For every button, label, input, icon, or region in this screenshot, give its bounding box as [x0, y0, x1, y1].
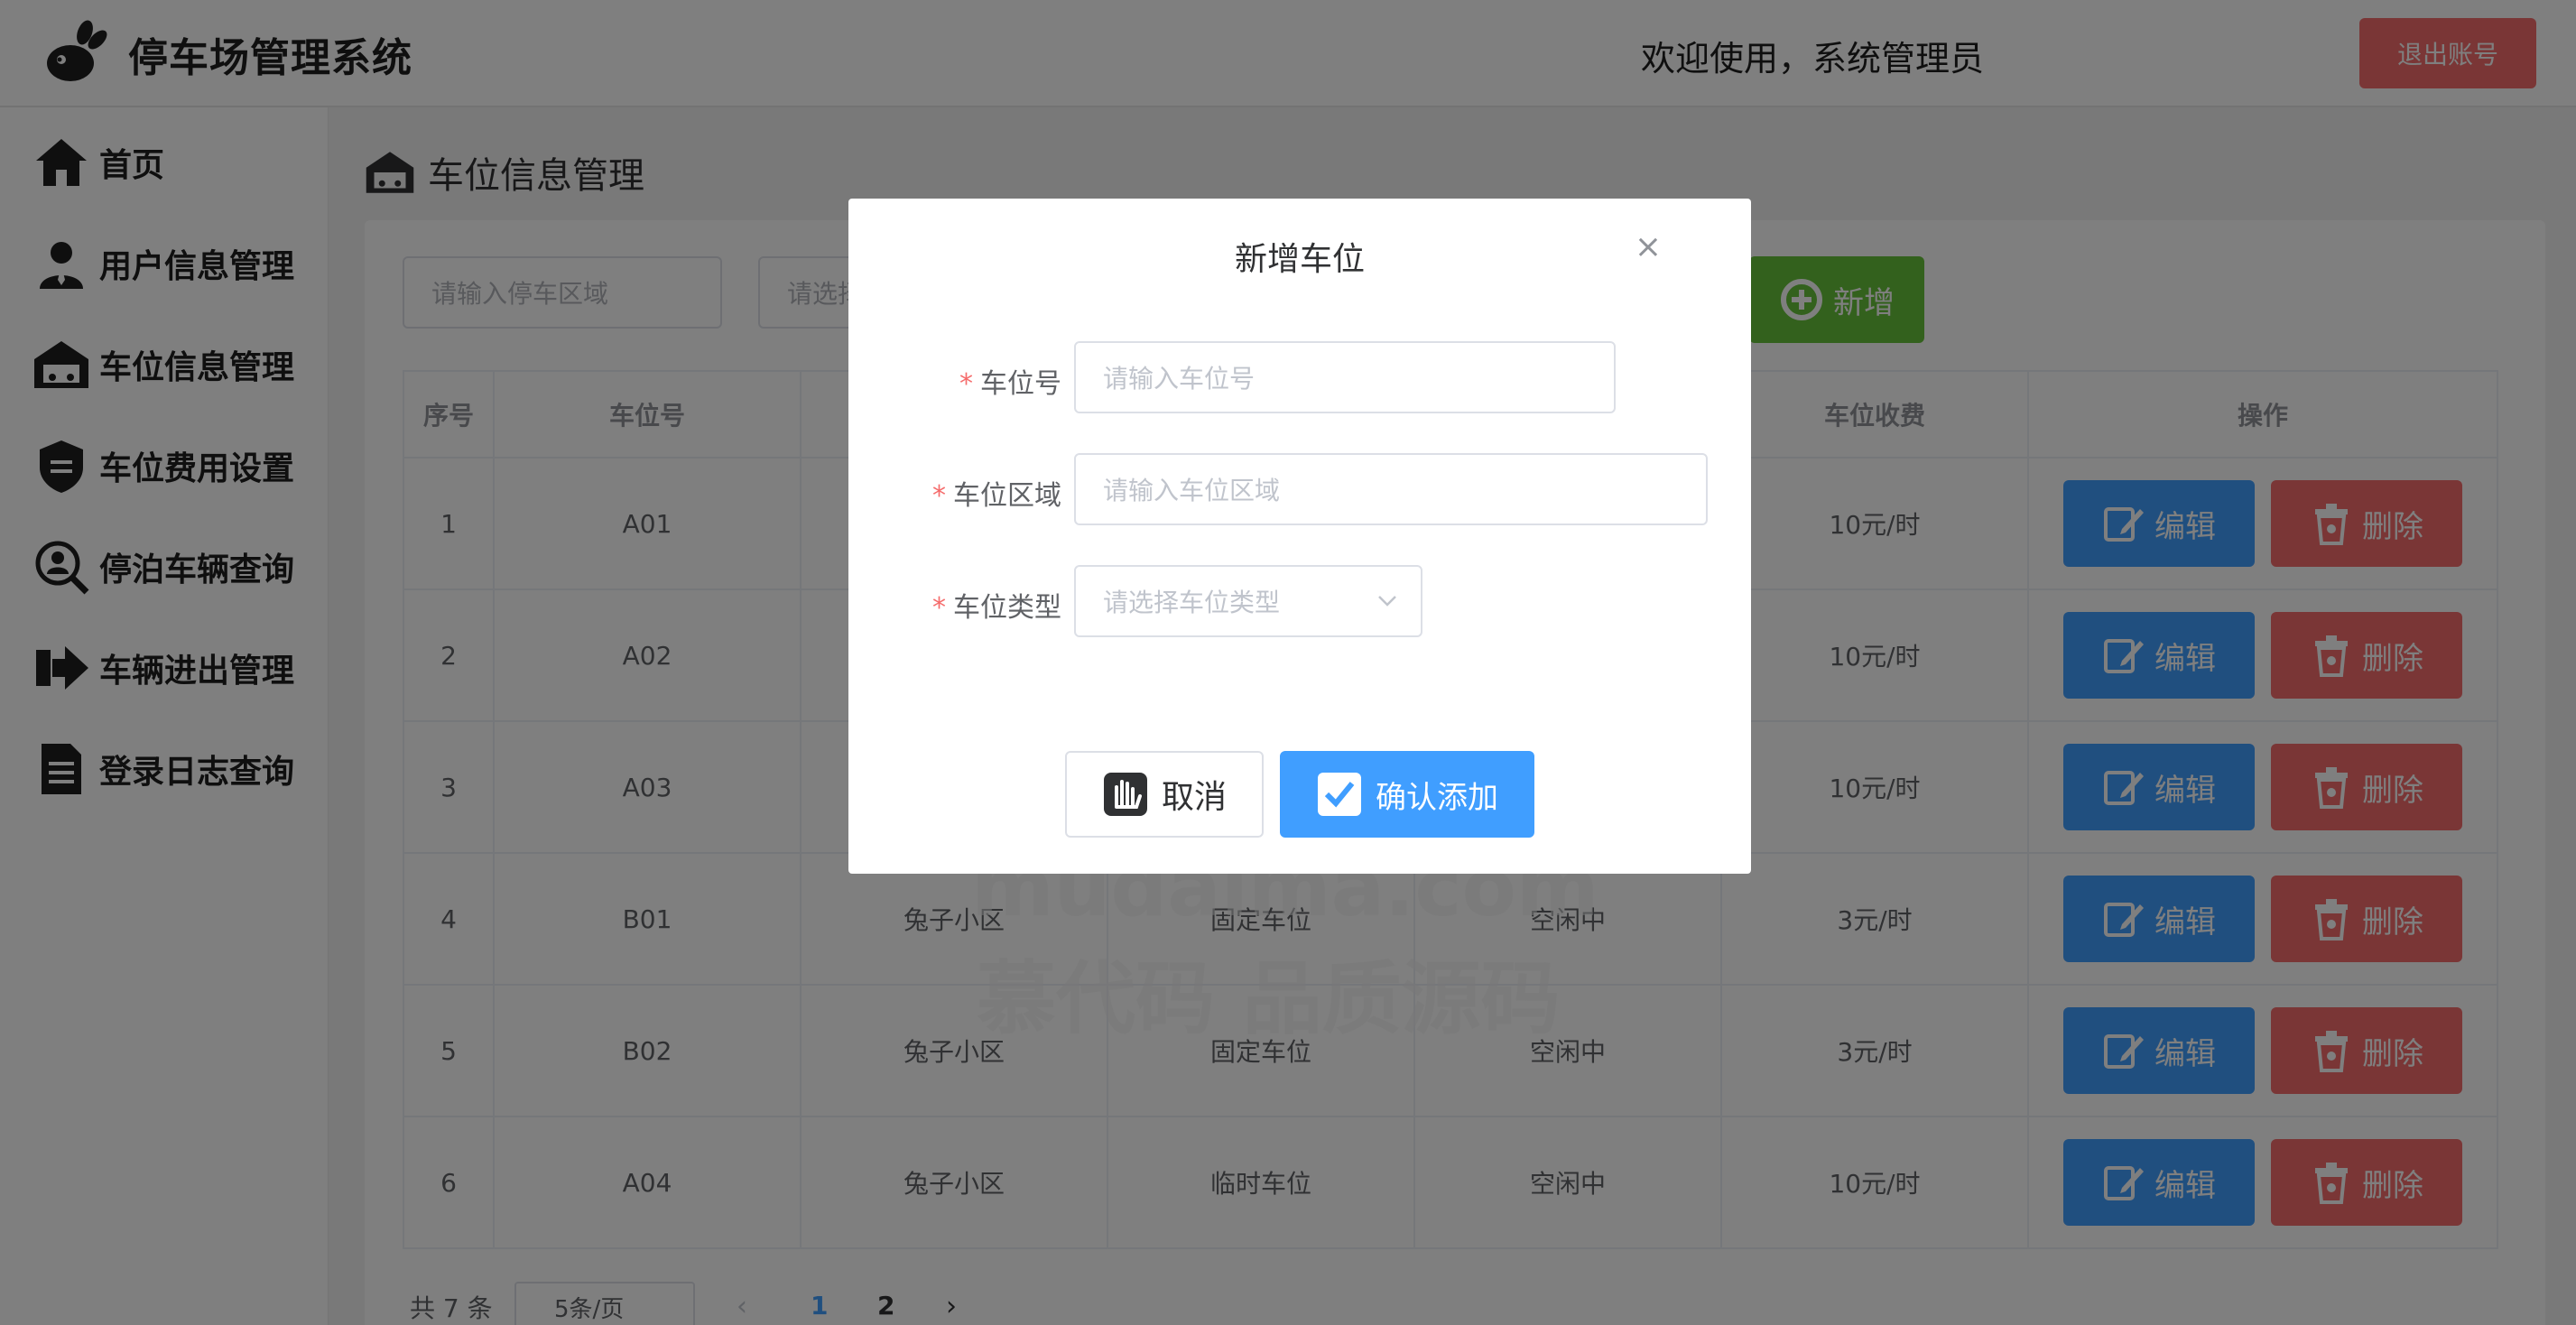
area-input[interactable]: 请输入车位区域	[1074, 453, 1708, 525]
field-label-space-no: * 车位号	[959, 368, 1061, 400]
chevron-down-icon	[1378, 596, 1396, 607]
close-icon[interactable]: ×	[1632, 231, 1664, 264]
type-select[interactable]: 请选择车位类型	[1074, 565, 1422, 637]
hand-icon	[1103, 773, 1147, 816]
watermark-cn-bottom: 慕代码 品质源码	[977, 952, 1561, 1045]
space-no-input[interactable]: 请输入车位号	[1074, 341, 1616, 413]
dialog-title: 新增车位	[1234, 241, 1365, 278]
cancel-button-label: 取消	[1161, 779, 1227, 816]
confirm-add-button-label: 确认添加	[1376, 779, 1498, 816]
field-label-area: * 车位区域	[932, 480, 1061, 512]
field-label-type: * 车位类型	[932, 592, 1061, 624]
confirm-add-button[interactable]: 确认添加	[1280, 751, 1534, 838]
checkbox-icon	[1318, 773, 1361, 816]
cancel-button[interactable]: 取消	[1065, 751, 1264, 838]
add-space-dialog: 新增车位 × * 车位号 请输入车位号 * 车位区域 请输入车位区域 * 车位类型 请…	[848, 199, 1751, 874]
type-select-placeholder: 请选择车位类型	[1103, 588, 1281, 617]
